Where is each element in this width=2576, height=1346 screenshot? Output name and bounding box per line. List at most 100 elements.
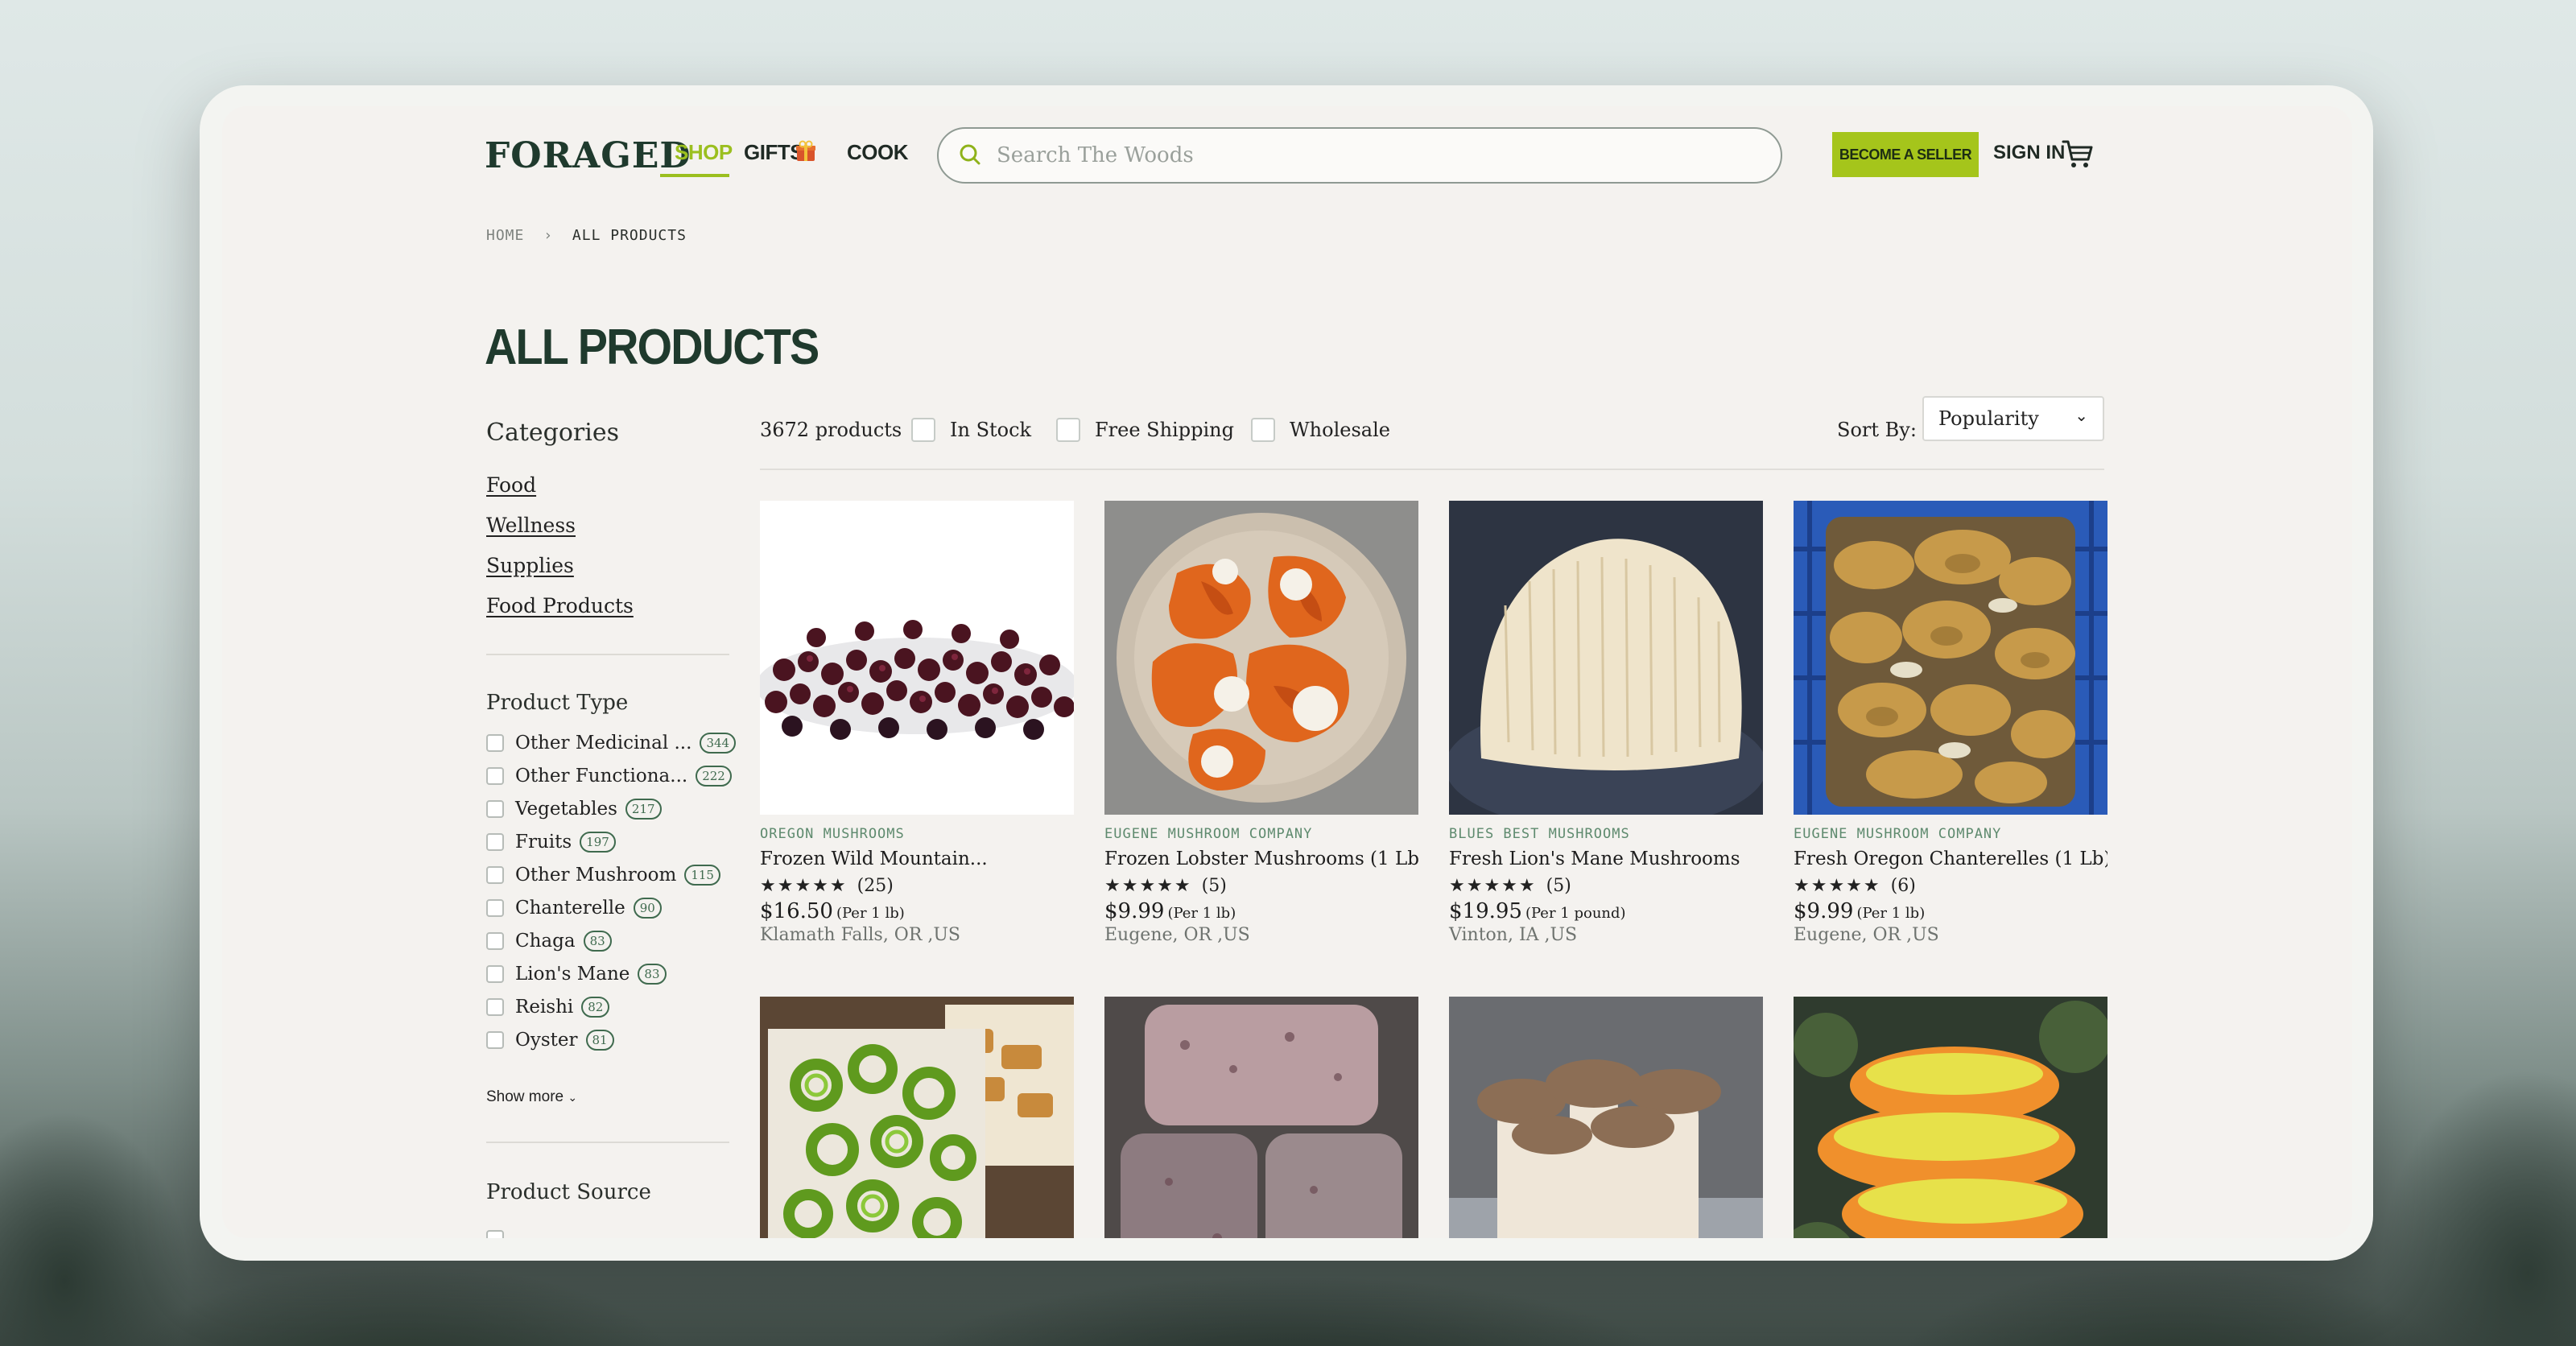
checkbox[interactable] <box>486 998 504 1016</box>
checkbox[interactable] <box>486 734 504 752</box>
filter-label: Fruits <box>515 832 572 853</box>
product-card[interactable]: BLUES BEST MUSHROOMS Fresh Lion's Mane M… <box>1449 501 1763 945</box>
seller-name[interactable]: BLUES BEST MUSHROOMS <box>1449 826 1763 842</box>
in-stock-filter[interactable]: In Stock <box>911 407 1031 452</box>
checkbox[interactable] <box>911 418 935 442</box>
product-card[interactable]: EUGENE MUSHROOM COMPANY Frozen Lobster M… <box>1104 501 1418 945</box>
free-shipping-filter[interactable]: Free Shipping <box>1056 407 1234 452</box>
category-food-products[interactable]: Food Products <box>486 594 634 617</box>
filter-label: Other Mushroom <box>515 865 677 886</box>
product-type-filter[interactable]: Chanterelle 90 <box>486 896 662 920</box>
category-wellness[interactable]: Wellness <box>486 514 576 537</box>
sort-dropdown[interactable]: Popularity ⌄ <box>1922 396 2104 441</box>
checkbox[interactable] <box>486 965 504 983</box>
product-image-chanterelles[interactable] <box>1794 501 2107 815</box>
count-badge: 83 <box>638 964 667 985</box>
product-image-bags[interactable] <box>1104 997 1418 1238</box>
product-name[interactable]: Fresh Oregon Chanterelles (1 Lb) ... <box>1794 848 2107 869</box>
product-location: Eugene, OR ,US <box>1794 925 1939 945</box>
breadcrumb-separator: › <box>543 227 554 244</box>
product-type-filter[interactable]: Other Mushroom 115 <box>486 863 720 887</box>
product-location: Klamath Falls, OR ,US <box>760 925 961 945</box>
show-more-button[interactable]: Show more ⌄ <box>486 1088 577 1106</box>
checkbox[interactable] <box>486 800 504 818</box>
filter-label: Reishi <box>515 997 574 1018</box>
product-name[interactable]: Fresh Lion's Mane Mushrooms <box>1449 848 1763 869</box>
product-card[interactable]: OREGON MUSHROOMS Frozen Wild Mountain...… <box>760 501 1074 945</box>
price-value: $19.95 <box>1449 899 1522 923</box>
product-type-filter[interactable]: Other Medicinal ... 344 <box>486 731 737 755</box>
product-type-filter[interactable]: Reishi 82 <box>486 995 610 1019</box>
product-card[interactable] <box>1449 997 1763 1238</box>
cart-icon[interactable] <box>2061 137 2095 171</box>
price-unit: (Per 1 lb) <box>1856 905 1926 922</box>
nav-gifts[interactable]: GIFTS <box>744 140 804 165</box>
count-badge: 344 <box>700 733 737 754</box>
nav-shop[interactable]: SHOP <box>675 140 733 165</box>
checkbox[interactable] <box>486 932 504 950</box>
price-unit: (Per 1 lb) <box>836 905 905 922</box>
category-food[interactable]: Food <box>486 473 536 497</box>
nav-cook[interactable]: COOK <box>847 140 909 165</box>
product-count-label: 3672 products <box>760 419 902 441</box>
product-rating: ★★★★★ (6) <box>1794 876 2107 896</box>
breadcrumb-home[interactable]: HOME <box>486 227 524 244</box>
product-type-filter[interactable]: Other Functiona... 222 <box>486 764 732 788</box>
count-badge: 90 <box>633 898 662 919</box>
seller-name[interactable]: EUGENE MUSHROOM COMPANY <box>1794 826 2107 842</box>
chevron-down-icon: ⌄ <box>568 1091 578 1104</box>
browser-screen: FORAGED SHOP GIFTS COOK BECOME A SELLER … <box>222 106 2352 1238</box>
product-type-filter[interactable]: Fruits 197 <box>486 830 616 854</box>
category-supplies[interactable]: Supplies <box>486 554 574 577</box>
product-image-king-oyster[interactable] <box>1449 997 1763 1238</box>
checkbox[interactable] <box>1056 418 1080 442</box>
seller-name[interactable]: OREGON MUSHROOMS <box>760 826 1074 842</box>
product-name[interactable]: Frozen Wild Mountain... <box>760 848 1074 869</box>
product-type-filter[interactable]: Oyster 81 <box>486 1028 614 1052</box>
checkbox[interactable] <box>1251 418 1275 442</box>
product-location: Eugene, OR ,US <box>1104 925 1250 945</box>
product-image-berries[interactable] <box>760 501 1074 815</box>
product-rating: ★★★★★ (5) <box>1449 876 1763 896</box>
checkbox[interactable] <box>486 899 504 917</box>
filter-label: In Stock <box>950 419 1032 441</box>
product-card[interactable] <box>1104 997 1418 1238</box>
product-card[interactable]: EUGENE MUSHROOM COMPANY Fresh Oregon Cha… <box>1794 501 2107 945</box>
count-badge: 115 <box>684 865 720 886</box>
product-source-filter[interactable] <box>486 1227 515 1238</box>
search-input[interactable] <box>997 137 1753 174</box>
sort-label: Sort By: <box>1837 407 1917 452</box>
sign-in-link[interactable]: SIGN IN <box>1993 142 2065 164</box>
seller-name[interactable]: EUGENE MUSHROOM COMPANY <box>1104 826 1418 842</box>
product-location: Vinton, IA ,US <box>1449 925 1578 945</box>
wholesale-filter[interactable]: Wholesale <box>1251 407 1390 452</box>
product-type-filter[interactable]: Lion's Mane 83 <box>486 962 667 986</box>
filter-label: Lion's Mane <box>515 964 630 985</box>
product-image-fiddleheads[interactable] <box>760 997 1074 1238</box>
count-badge: 197 <box>580 832 616 853</box>
site-logo[interactable]: FORAGED <box>485 135 691 176</box>
filter-label: Free Shipping <box>1095 419 1234 441</box>
product-name[interactable]: Frozen Lobster Mushrooms (1 Lb)... <box>1104 848 1418 869</box>
product-card[interactable] <box>760 997 1074 1238</box>
checkbox[interactable] <box>486 1230 504 1238</box>
search-bar[interactable] <box>937 127 1782 184</box>
product-type-filter[interactable]: Chaga 83 <box>486 929 612 953</box>
checkbox[interactable] <box>486 833 504 851</box>
product-source-heading: Product Source <box>486 1180 651 1204</box>
star-rating-icon: ★★★★★ <box>1104 876 1192 896</box>
become-seller-button[interactable]: BECOME A SELLER <box>1832 132 1979 177</box>
price-unit: (Per 1 lb) <box>1167 905 1236 922</box>
filter-label: Oyster <box>515 1030 578 1051</box>
product-image-chicken-of-the-woods[interactable] <box>1794 997 2107 1238</box>
product-image-lobster-mushrooms[interactable] <box>1104 501 1418 815</box>
search-icon <box>960 144 980 165</box>
checkbox[interactable] <box>486 866 504 884</box>
product-image-lions-mane[interactable] <box>1449 501 1763 815</box>
checkbox[interactable] <box>486 1031 504 1049</box>
product-price: $19.95 (Per 1 pound) <box>1449 899 1763 923</box>
product-card[interactable] <box>1794 997 2107 1238</box>
product-type-filter[interactable]: Vegetables 217 <box>486 797 662 821</box>
checkbox[interactable] <box>486 767 504 785</box>
filter-label: Other Functiona... <box>515 766 688 787</box>
